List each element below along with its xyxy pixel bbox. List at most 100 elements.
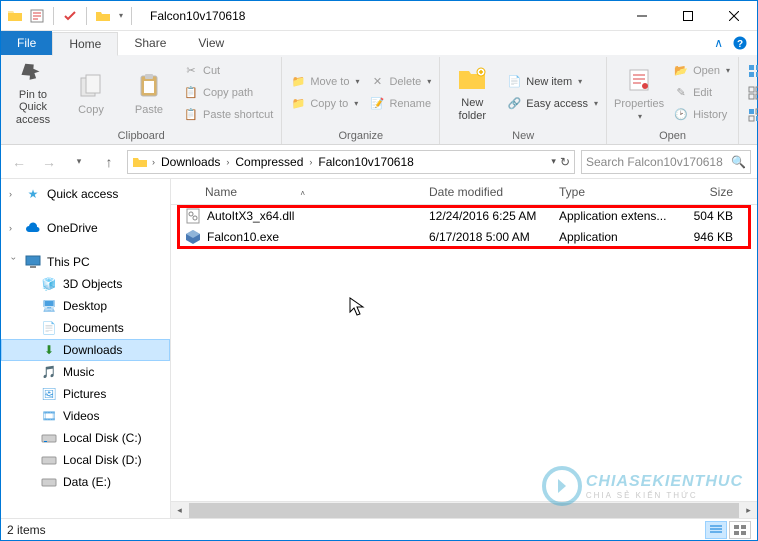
help-icon[interactable]: ? (733, 36, 747, 50)
copy-button[interactable]: Copy (63, 60, 119, 126)
recent-locations-button[interactable]: ▾ (67, 150, 91, 174)
invert-selection-button[interactable]: Invert selection (743, 105, 758, 125)
nav-desktop[interactable]: 🖥Desktop (1, 295, 170, 317)
col-header-size[interactable]: Size (679, 185, 739, 199)
select-all-icon (747, 63, 758, 79)
large-icons-view-button[interactable] (729, 521, 751, 539)
checkmark-icon[interactable] (62, 8, 78, 24)
col-header-type[interactable]: Type (559, 185, 679, 199)
new-folder-button[interactable]: New folder (444, 60, 500, 126)
nav-music[interactable]: 🎵Music (1, 361, 170, 383)
paste-icon (133, 70, 165, 102)
navigation-pane[interactable]: ›★Quick access ›OneDrive ›This PC 🧊3D Ob… (1, 179, 171, 521)
up-button[interactable]: ↑ (97, 150, 121, 174)
pin-quick-access-button[interactable]: Pin to Quick access (5, 60, 61, 126)
invert-selection-icon (747, 107, 758, 123)
window-controls (619, 1, 757, 31)
nav-documents[interactable]: 📄Documents (1, 317, 170, 339)
new-item-button[interactable]: 📄New item▾ (502, 72, 602, 92)
nav-pictures[interactable]: 🖼Pictures (1, 383, 170, 405)
chevron-right-icon[interactable]: › (152, 157, 155, 167)
address-bar[interactable]: › Downloads › Compressed › Falcon10v1706… (127, 150, 575, 174)
file-type: Application (559, 230, 679, 244)
file-list-pane: Name ˄ Date modified Type Size AutoItX3_… (171, 179, 757, 521)
nav-quick-access[interactable]: ›★Quick access (1, 183, 170, 205)
history-icon: 🕑 (673, 107, 689, 123)
file-type: Application extens... (559, 209, 679, 223)
paste-button[interactable]: Paste (121, 60, 177, 126)
copy-path-button[interactable]: 📋Copy path (179, 83, 277, 103)
title-bar: ▾ Falcon10v170618 (1, 1, 757, 31)
chevron-down-icon[interactable]: ▾ (551, 156, 556, 167)
chevron-right-icon[interactable]: › (309, 157, 312, 167)
col-header-name[interactable]: Name ˄ (171, 185, 429, 199)
scroll-left-icon[interactable]: ◂ (171, 502, 188, 519)
copy-icon (75, 70, 107, 102)
pin-icon (17, 59, 49, 87)
nav-videos[interactable]: 🎞Videos (1, 405, 170, 427)
file-row[interactable]: Falcon10.exe 6/17/2018 5:00 AM Applicati… (171, 226, 757, 247)
details-view-button[interactable] (705, 521, 727, 539)
group-open: Properties▾ 📂Open▾ ✎Edit 🕑History Open (607, 57, 739, 144)
properties-icon[interactable] (29, 8, 45, 24)
open-button[interactable]: 📂Open▾ (669, 61, 734, 81)
tab-share[interactable]: Share (118, 31, 182, 55)
delete-button[interactable]: ✕Delete▾ (365, 72, 435, 92)
col-header-date[interactable]: Date modified (429, 185, 559, 199)
breadcrumb-item[interactable]: Falcon10v170618 (316, 155, 415, 169)
breadcrumb-item[interactable]: Compressed (233, 155, 305, 169)
open-icon: 📂 (673, 63, 689, 79)
select-none-button[interactable]: Select none (743, 83, 758, 103)
qat-dropdown-icon[interactable]: ▾ (119, 11, 123, 20)
nav-onedrive[interactable]: ›OneDrive (1, 217, 170, 239)
search-input[interactable]: Search Falcon10v170618 🔍 (581, 150, 751, 174)
ribbon: Pin to Quick access Copy Paste ✂Cut 📋Cop… (1, 55, 757, 145)
collapse-ribbon-icon[interactable]: ∧ (714, 36, 723, 50)
nav-local-d[interactable]: Local Disk (D:) (1, 449, 170, 471)
column-headers: Name ˄ Date modified Type Size (171, 179, 757, 205)
cut-icon: ✂ (183, 63, 199, 79)
tab-file[interactable]: File (1, 31, 52, 55)
paste-shortcut-button[interactable]: 📋Paste shortcut (179, 105, 277, 125)
easy-access-button[interactable]: 🔗Easy access▾ (502, 94, 602, 114)
horizontal-scrollbar[interactable]: ◂ ▸ (171, 501, 757, 518)
chevron-right-icon[interactable]: › (226, 157, 229, 167)
folder-small-icon[interactable] (95, 8, 111, 24)
select-all-button[interactable]: Select all (743, 61, 758, 81)
nav-downloads[interactable]: ⬇Downloads (1, 339, 170, 361)
scroll-right-icon[interactable]: ▸ (740, 502, 757, 519)
copy-to-button[interactable]: 📁Copy to▾ (286, 94, 363, 114)
cut-button[interactable]: ✂Cut (179, 61, 277, 81)
breadcrumb-item[interactable]: Downloads (159, 155, 222, 169)
new-folder-icon (456, 63, 488, 95)
close-button[interactable] (711, 1, 757, 31)
copy-path-icon: 📋 (183, 85, 199, 101)
copy-to-icon: 📁 (290, 96, 306, 112)
minimize-button[interactable] (619, 1, 665, 31)
forward-button[interactable]: → (37, 150, 61, 174)
edit-button[interactable]: ✎Edit (669, 83, 734, 103)
rename-button[interactable]: 📝Rename (365, 94, 435, 114)
pc-icon (25, 254, 41, 270)
nav-local-c[interactable]: Local Disk (C:) (1, 427, 170, 449)
dll-file-icon (185, 208, 201, 224)
search-icon[interactable]: 🔍 (731, 155, 746, 169)
pictures-icon: 🖼 (41, 386, 57, 402)
nav-data-e[interactable]: Data (E:) (1, 471, 170, 493)
maximize-button[interactable] (665, 1, 711, 31)
tab-view[interactable]: View (182, 31, 240, 55)
properties-button[interactable]: Properties▾ (611, 60, 667, 126)
move-to-button[interactable]: 📁Move to▾ (286, 72, 363, 92)
file-rows: AutoItX3_x64.dll 12/24/2016 6:25 AM Appl… (171, 205, 757, 247)
file-row[interactable]: AutoItX3_x64.dll 12/24/2016 6:25 AM Appl… (171, 205, 757, 226)
edit-icon: ✎ (673, 85, 689, 101)
scrollbar-thumb[interactable] (189, 503, 739, 518)
refresh-icon[interactable]: ↻ (560, 155, 570, 169)
nav-this-pc[interactable]: ›This PC (1, 251, 170, 273)
tab-home[interactable]: Home (52, 32, 118, 56)
quick-access-toolbar: ▾ (1, 7, 140, 25)
main-content: ›★Quick access ›OneDrive ›This PC 🧊3D Ob… (1, 179, 757, 521)
history-button[interactable]: 🕑History (669, 105, 734, 125)
back-button[interactable]: ← (7, 150, 31, 174)
nav-3d-objects[interactable]: 🧊3D Objects (1, 273, 170, 295)
